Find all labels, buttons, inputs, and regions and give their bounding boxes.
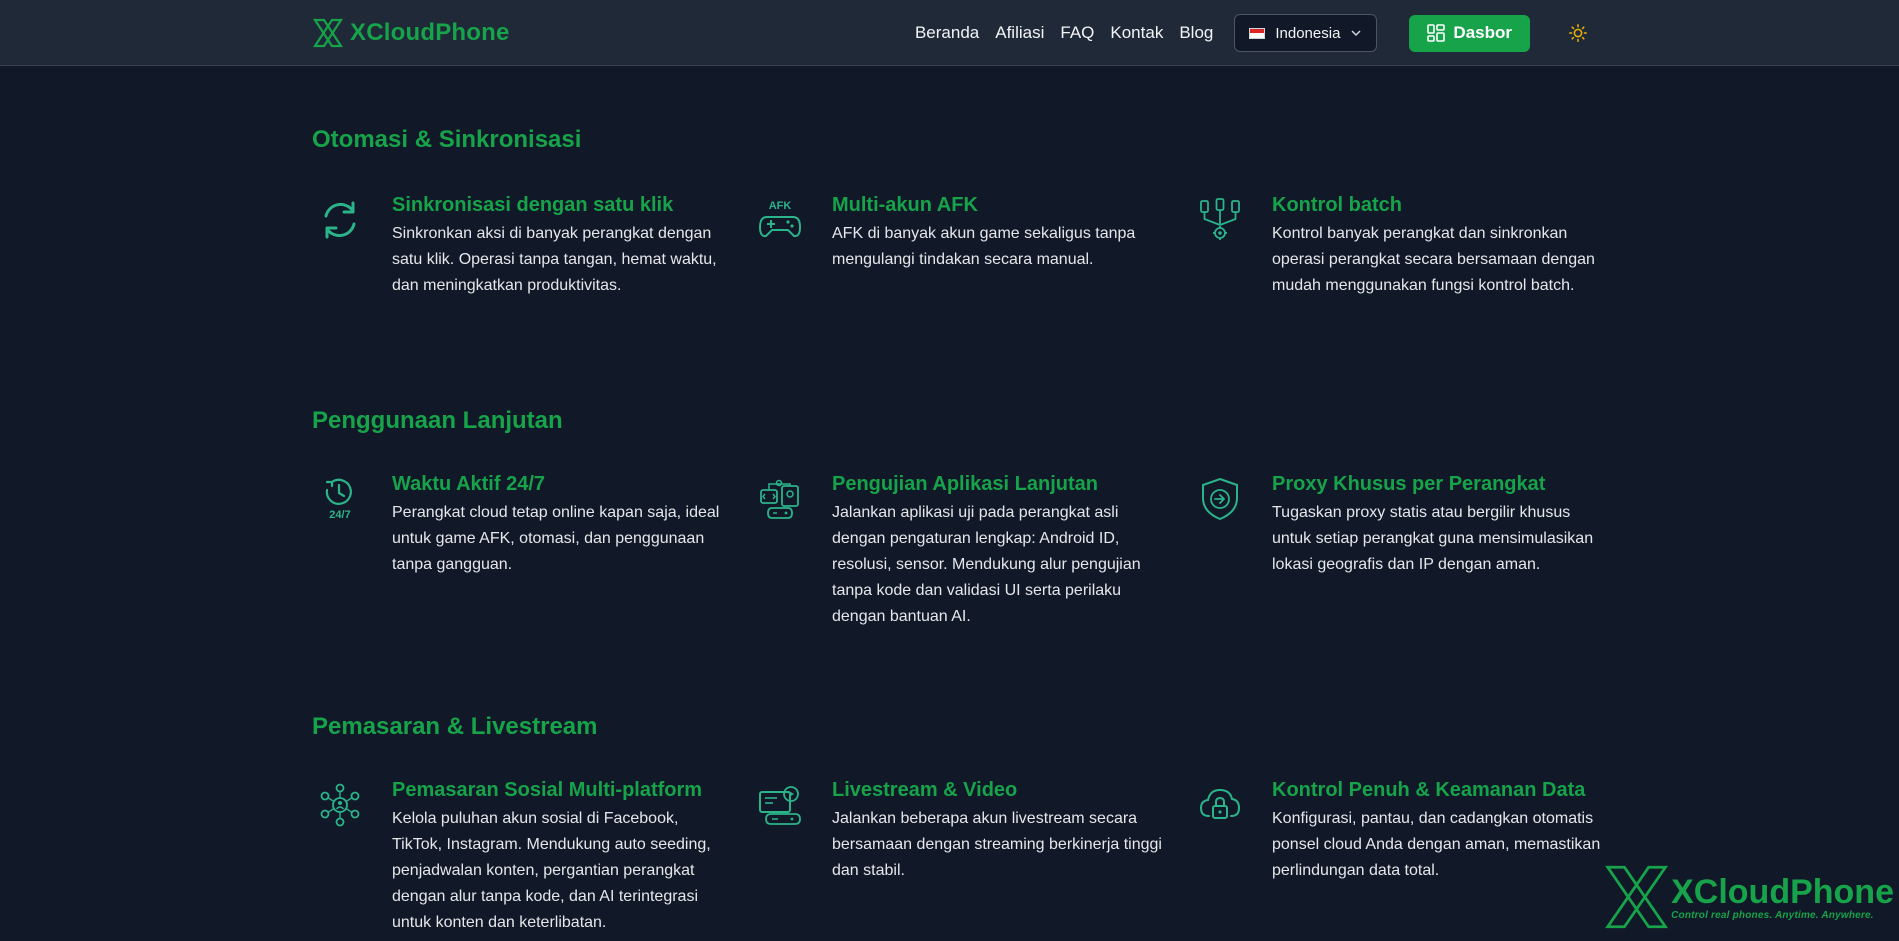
social-network-icon — [312, 777, 368, 833]
feature-description: Kontrol banyak perangkat dan sinkronkan … — [1272, 225, 1595, 294]
theme-toggle[interactable] — [1568, 23, 1588, 43]
section-advanced-usage: Penggunaan Lanjutan 24/7 Waktu Aktif 24/… — [312, 407, 1602, 625]
section-marketing-livestream: Pemasaran & Livestream Pemasaran Sosial … — [312, 713, 1602, 931]
feature-body: Proxy Khusus per Perangkat Tugaskan prox… — [1272, 471, 1602, 578]
chevron-down-icon — [1351, 30, 1361, 37]
feature-body: Waktu Aktif 24/7 Perangkat cloud tetap o… — [392, 471, 722, 578]
app-testing-icon — [752, 471, 808, 527]
section-title: Penggunaan Lanjutan — [312, 407, 563, 434]
clock-24-7-icon: 24/7 — [312, 471, 368, 527]
nav-link-beranda[interactable]: Beranda — [915, 23, 979, 43]
feature-title: Multi-akun AFK — [832, 194, 978, 216]
feature-body: Pemasaran Sosial Multi-platform Kelola p… — [392, 777, 722, 936]
feature-title: Sinkronisasi dengan satu klik — [392, 194, 674, 216]
feature-body: Kontrol Penuh & Keamanan Data Konfiguras… — [1272, 777, 1602, 884]
feature-body: Kontrol batch Kontrol banyak perangkat d… — [1272, 192, 1602, 299]
nav-link-kontak[interactable]: Kontak — [1110, 23, 1163, 43]
sync-icon — [312, 192, 368, 248]
section-title: Otomasi & Sinkronisasi — [312, 126, 582, 153]
feature-title: Proxy Khusus per Perangkat — [1272, 473, 1546, 495]
watermark-text: XCloudPhone Control real phones. Anytime… — [1671, 874, 1894, 921]
shield-proxy-icon — [1192, 471, 1248, 527]
logo[interactable]: XCloudPhone — [312, 17, 510, 49]
feature-description: Kelola puluhan akun sosial di Facebook, … — [392, 810, 711, 931]
dashboard-grid-icon — [1427, 24, 1446, 42]
feature-body: Sinkronisasi dengan satu klik Sinkronkan… — [392, 192, 722, 299]
xcloudphone-logo-icon — [312, 18, 344, 48]
svg-text:AFK: AFK — [769, 200, 792, 212]
feature-title: Waktu Aktif 24/7 — [392, 473, 545, 495]
language-select[interactable]: Indonesia — [1234, 14, 1378, 52]
navbar-inner: XCloudPhone Beranda Afiliasi FAQ Kontak … — [312, 0, 1588, 66]
nav-link-afiliasi[interactable]: Afiliasi — [995, 23, 1044, 43]
feature-description: Jalankan aplikasi uji pada perangkat asl… — [832, 504, 1141, 625]
feature-title: Livestream & Video — [832, 779, 1018, 801]
feature-description: Sinkronkan aksi di banyak perangkat deng… — [392, 225, 717, 294]
feature-description: Tugaskan proxy statis atau bergilir khus… — [1272, 504, 1594, 573]
feature-description: Jalankan beberapa akun livestream secara… — [832, 810, 1162, 879]
watermark-title: XCloudPhone — [1671, 872, 1894, 911]
sun-icon — [1569, 24, 1587, 42]
dashboard-button-label: Dasbor — [1453, 23, 1512, 42]
feature-description: Konfigurasi, pantau, dan cadangkan otoma… — [1272, 810, 1601, 879]
nav-link-blog[interactable]: Blog — [1179, 23, 1213, 43]
afk-gamepad-icon: AFK — [752, 192, 808, 248]
top-navbar: XCloudPhone Beranda Afiliasi FAQ Kontak … — [0, 0, 1899, 66]
feature-description: AFK di banyak akun game sekaligus tanpa … — [832, 225, 1136, 268]
nav-links: Beranda Afiliasi FAQ Kontak Blog Indones… — [915, 14, 1588, 52]
feature-body: Multi-akun AFK AFK di banyak akun game s… — [832, 192, 1162, 273]
feature-title: Kontrol batch — [1272, 194, 1402, 216]
batch-control-icon — [1192, 192, 1248, 248]
dashboard-button[interactable]: Dasbor — [1409, 14, 1530, 52]
feature-title: Pengujian Aplikasi Lanjutan — [832, 473, 1098, 495]
flag-indonesia-icon — [1249, 27, 1266, 39]
section-title: Pemasaran & Livestream — [312, 713, 598, 740]
feature-title: Kontrol Penuh & Keamanan Data — [1272, 779, 1586, 801]
xcloudphone-watermark-logo-icon — [1605, 865, 1669, 929]
logo-text: XCloudPhone — [350, 19, 510, 46]
section-automation: Otomasi & Sinkronisasi Sinkronisasi deng… — [312, 126, 1602, 294]
xcloudphone-watermark: XCloudPhone Control real phones. Anytime… — [1604, 858, 1894, 936]
feature-title: Pemasaran Sosial Multi-platform — [392, 779, 703, 801]
livestream-icon — [752, 777, 808, 833]
svg-text:24/7: 24/7 — [329, 509, 350, 521]
feature-description: Perangkat cloud tetap online kapan saja,… — [392, 504, 720, 573]
nav-link-faq[interactable]: FAQ — [1060, 23, 1094, 43]
language-selected-label: Indonesia — [1275, 24, 1341, 42]
feature-body: Livestream & Video Jalankan beberapa aku… — [832, 777, 1162, 884]
watermark-tagline: Control real phones. Anytime. Anywhere. — [1671, 909, 1874, 921]
feature-body: Pengujian Aplikasi Lanjutan Jalankan apl… — [832, 471, 1162, 630]
cloud-lock-icon — [1192, 777, 1248, 833]
